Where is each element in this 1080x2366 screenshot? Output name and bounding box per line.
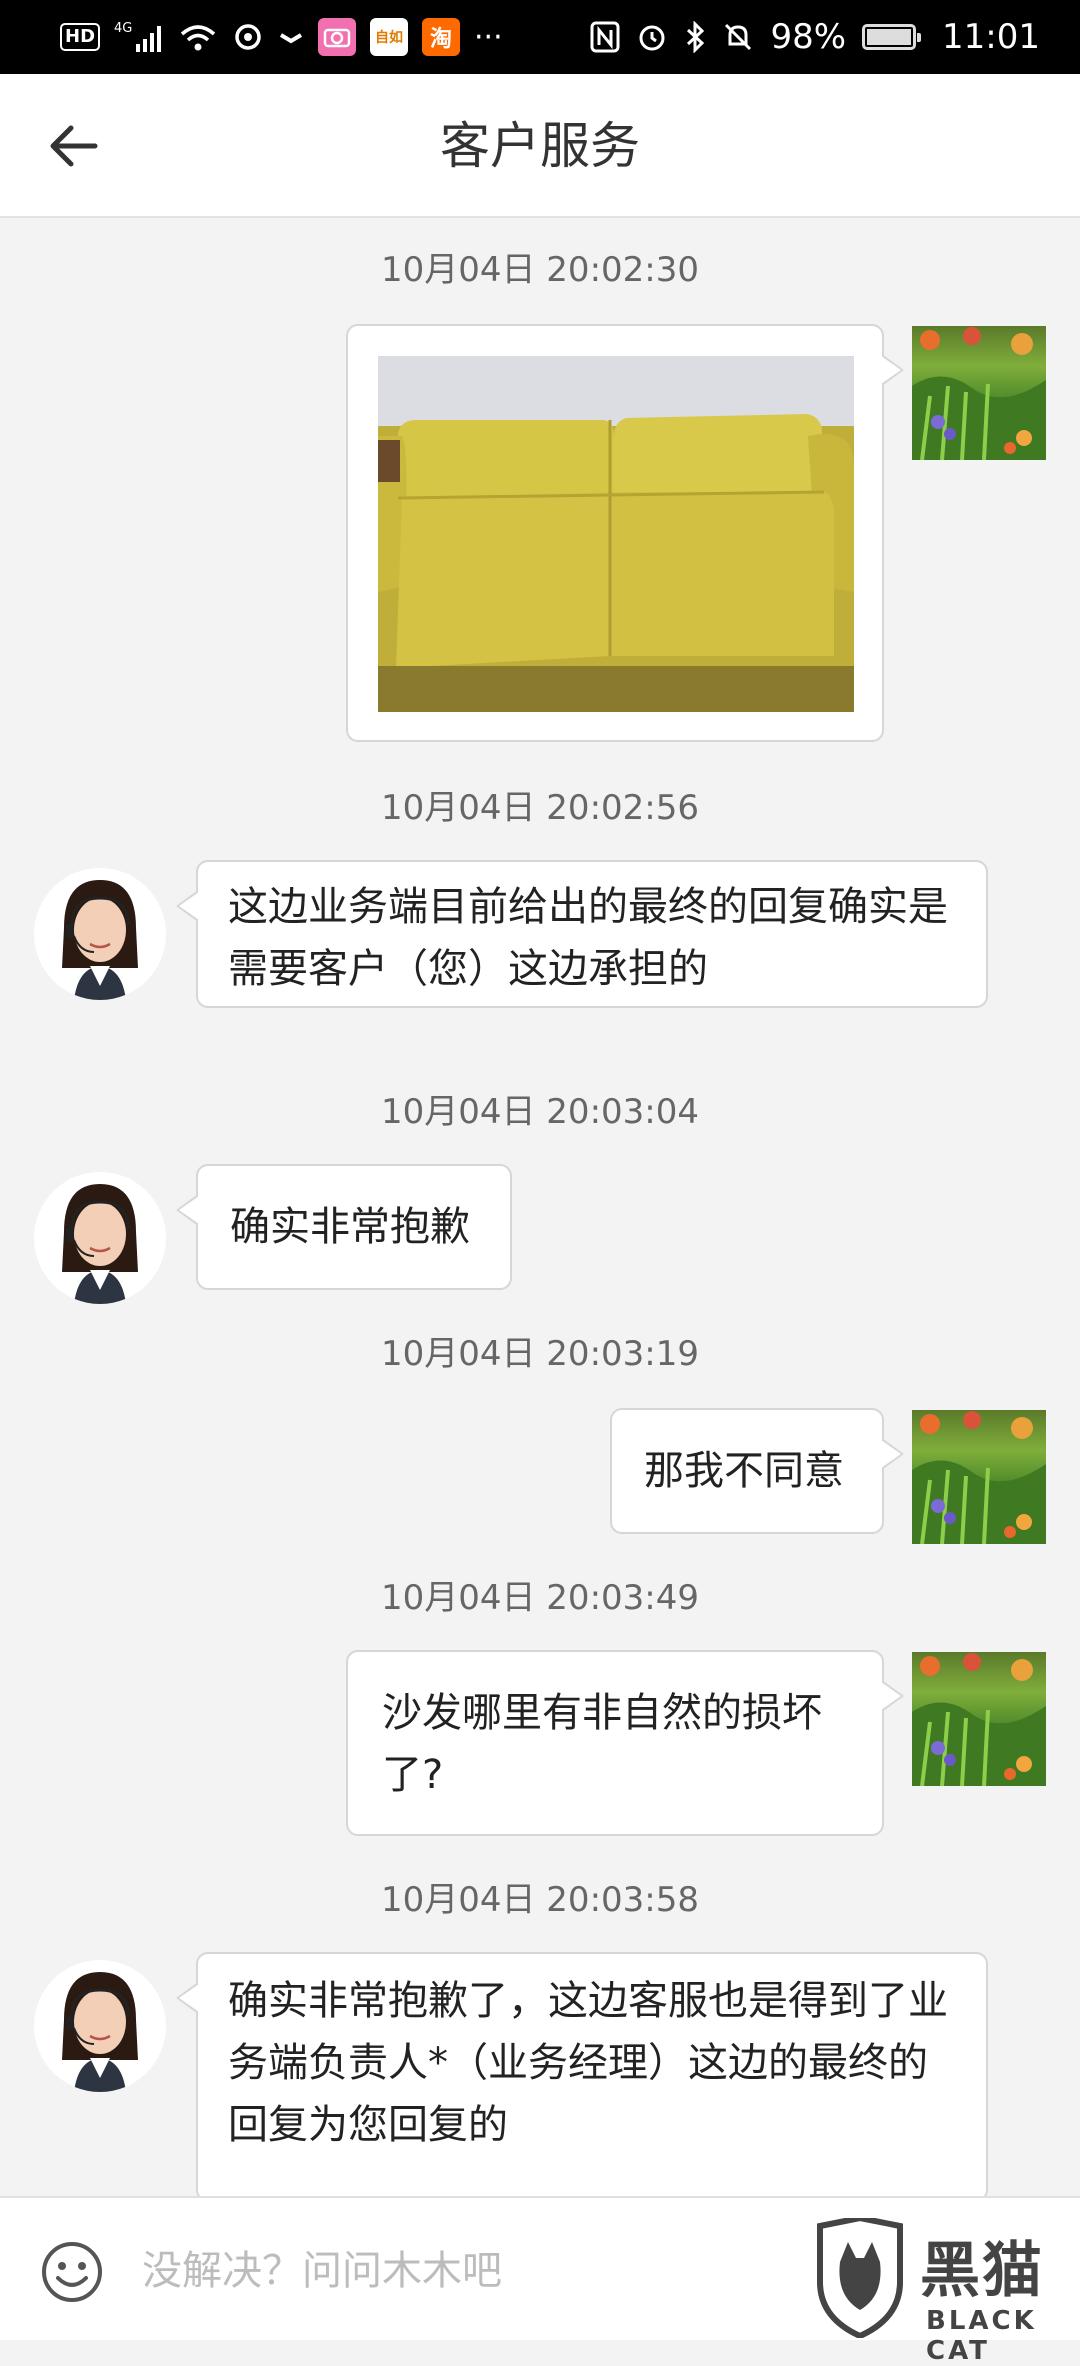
message-timestamp: 10月04日 20:02:30 — [380, 250, 700, 290]
message-text: 确实非常抱歉了，这边客服也是得到了业务端负责人*（业务经理）这边的最终的回复为您… — [228, 1978, 948, 2148]
svg-text:4G: 4G — [114, 21, 132, 36]
agent-avatar[interactable] — [34, 1960, 166, 2092]
message-timestamp: 10月04日 20:02:56 — [380, 788, 700, 828]
page-title: 客户服务 — [440, 117, 640, 175]
message-text: 那我不同意 — [644, 1448, 844, 1494]
signal-icon: 4G — [114, 20, 164, 54]
agent-avatar[interactable] — [34, 1172, 166, 1304]
agent-message-bubble[interactable]: 这边业务端目前给出的最终的回复确实是需要客户（您）这边承担的 — [176, 860, 988, 1008]
emoji-button[interactable] — [40, 2240, 104, 2304]
sofa-photo[interactable] — [378, 356, 854, 712]
nfc-icon — [590, 21, 620, 53]
sync-icon — [232, 21, 264, 53]
user-avatar[interactable] — [912, 1652, 1046, 1786]
agent-message-bubble[interactable]: 确实非常抱歉 — [176, 1164, 512, 1290]
user-avatar[interactable] — [912, 326, 1046, 460]
user-avatar[interactable] — [912, 1410, 1046, 1544]
battery-percent: 98% — [770, 17, 847, 57]
smiley-icon — [42, 2242, 102, 2302]
user-message-bubble[interactable]: 那我不同意 — [610, 1408, 904, 1534]
message-timestamp: 10月04日 20:03:19 — [380, 1334, 700, 1374]
hd-voice-icon: HD — [60, 23, 101, 51]
clock-time: 11:01 — [942, 17, 1040, 57]
message-text: 确实非常抱歉 — [230, 1204, 470, 1250]
app-header: 客户服务 — [0, 74, 1080, 218]
message-text: 沙发哪里有非自然的损坏了? — [382, 1690, 822, 1798]
agent-message-bubble[interactable]: 确实非常抱歉了，这边客服也是得到了业务端负责人*（业务经理）这边的最终的回复为您… — [176, 1952, 988, 2196]
message-timestamp: 10月04日 20:03:49 — [380, 1578, 700, 1618]
alarm-icon — [636, 21, 668, 53]
bluetooth-icon — [684, 21, 706, 53]
watermark-logo-text: 黑猫 — [920, 2236, 1044, 2306]
cat-shield-icon — [817, 2218, 903, 2338]
image-message-bubble[interactable] — [346, 324, 904, 742]
mute-bell-icon — [722, 21, 754, 53]
message-timestamp: 10月04日 20:03:04 — [380, 1092, 700, 1132]
agent-avatar[interactable] — [34, 868, 166, 1000]
battery-icon — [862, 24, 922, 50]
status-bar: HD 4G 自如 淘 ··· 98% 11:01 — [0, 0, 1080, 74]
more-notifications-icon: ··· — [474, 19, 503, 55]
message-text: 这边业务端目前给出的最终的回复确实是需要客户（您）这边承担的 — [228, 884, 948, 992]
chat-message-list[interactable]: 10月04日 20:02:30 10月04日 20:02:56 这边业务端目前给… — [0, 218, 1080, 2196]
taobao-app-icon: 淘 — [422, 18, 461, 56]
blackcat-watermark: 黑猫 BLACK CAT — [810, 2216, 1080, 2366]
ziroom-app-icon: 自如 — [370, 18, 409, 56]
watermark-logo-subtext: BLACK CAT — [926, 2306, 1037, 2366]
message-timestamp: 10月04日 20:03:58 — [380, 1880, 700, 1920]
user-message-bubble[interactable]: 沙发哪里有非自然的损坏了? — [346, 1650, 904, 1836]
chevron-down-icon — [278, 27, 304, 47]
camera-app-icon — [318, 18, 357, 56]
message-input[interactable] — [140, 2234, 824, 2308]
wifi-icon — [178, 20, 218, 54]
